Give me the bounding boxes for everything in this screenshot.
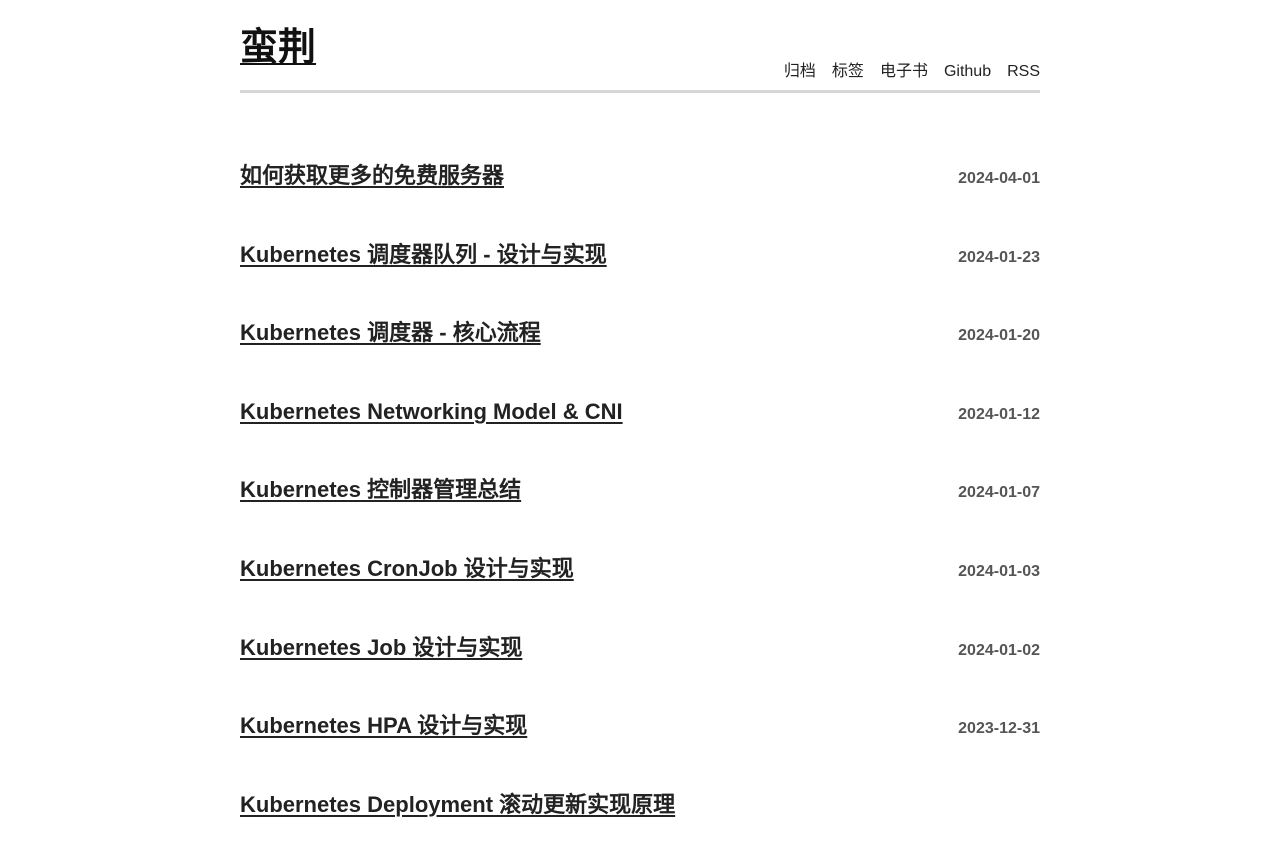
post-item: Kubernetes Networking Model & CNI 2024-0… bbox=[240, 386, 1040, 465]
site-title-link[interactable]: 蛮荆 bbox=[240, 26, 316, 70]
nav-rss[interactable]: RSS bbox=[1007, 62, 1040, 82]
post-date: 2024-04-01 bbox=[958, 170, 1040, 187]
post-title-link[interactable]: Kubernetes Networking Model & CNI bbox=[240, 396, 623, 428]
post-list: 如何获取更多的免费服务器 2024-04-01 Kubernetes 调度器队列… bbox=[240, 150, 1040, 857]
nav-github[interactable]: Github bbox=[944, 62, 991, 82]
post-item: Kubernetes 调度器队列 - 设计与实现 2024-01-23 bbox=[240, 229, 1040, 308]
post-title-link[interactable]: Kubernetes 调度器队列 - 设计与实现 bbox=[240, 239, 607, 271]
post-date: 2024-01-02 bbox=[958, 641, 1040, 659]
post-item: 如何获取更多的免费服务器 2024-04-01 bbox=[240, 150, 1040, 229]
post-date: 2023-12-31 bbox=[958, 720, 1040, 738]
page-container: 蛮荆 归档 标签 电子书 Github RSS 如何获取更多的免费服务器 202… bbox=[240, 0, 1040, 817]
post-date: 2024-01-23 bbox=[958, 248, 1040, 266]
post-item: Kubernetes 调度器 - 核心流程 2024-01-20 bbox=[240, 307, 1040, 386]
post-item: Kubernetes Deployment 滚动更新实现原理 bbox=[240, 779, 1040, 857]
post-title-link[interactable]: Kubernetes 控制器管理总结 bbox=[240, 474, 521, 506]
post-item: Kubernetes CronJob 设计与实现 2024-01-03 bbox=[240, 543, 1040, 622]
post-title-link[interactable]: Kubernetes Deployment 滚动更新实现原理 bbox=[240, 789, 675, 821]
post-title-link[interactable]: Kubernetes CronJob 设计与实现 bbox=[240, 553, 574, 585]
post-title-link[interactable]: Kubernetes 调度器 - 核心流程 bbox=[240, 317, 541, 349]
post-date: 2024-01-12 bbox=[958, 405, 1040, 423]
post-date: 2024-01-03 bbox=[958, 562, 1040, 580]
post-item: Kubernetes HPA 设计与实现 2023-12-31 bbox=[240, 700, 1040, 779]
post-title-link[interactable]: Kubernetes Job 设计与实现 bbox=[240, 632, 522, 664]
nav-tags[interactable]: 标签 bbox=[832, 62, 864, 82]
nav-archive[interactable]: 归档 bbox=[784, 62, 816, 82]
site-header: 蛮荆 归档 标签 电子书 Github RSS bbox=[240, 0, 1040, 93]
post-item: Kubernetes 控制器管理总结 2024-01-07 bbox=[240, 464, 1040, 543]
top-nav: 归档 标签 电子书 Github RSS bbox=[784, 62, 1040, 82]
post-title-link[interactable]: Kubernetes HPA 设计与实现 bbox=[240, 710, 527, 742]
post-title-link[interactable]: 如何获取更多的免费服务器 bbox=[240, 160, 504, 192]
post-date: 2024-01-20 bbox=[958, 327, 1040, 345]
post-date: 2024-01-07 bbox=[958, 484, 1040, 502]
post-item: Kubernetes Job 设计与实现 2024-01-02 bbox=[240, 622, 1040, 701]
nav-ebook[interactable]: 电子书 bbox=[880, 62, 928, 82]
